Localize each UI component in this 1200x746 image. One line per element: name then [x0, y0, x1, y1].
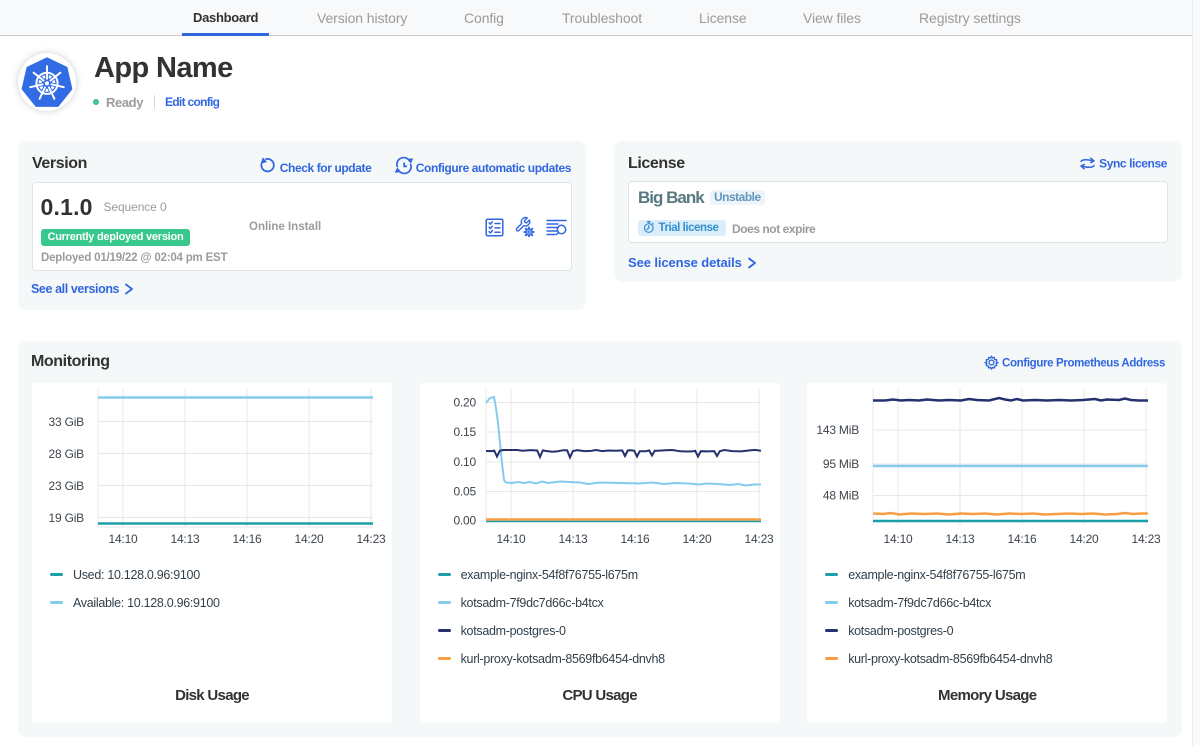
svg-text:14:16: 14:16 — [620, 532, 650, 546]
svg-text:14:20: 14:20 — [1070, 532, 1100, 546]
svg-text:95 MiB: 95 MiB — [823, 457, 859, 471]
svg-text:48 MiB: 48 MiB — [823, 489, 859, 503]
svg-text:14:10: 14:10 — [496, 532, 526, 546]
svg-text:14:13: 14:13 — [946, 532, 976, 546]
svg-text:0.15: 0.15 — [453, 425, 476, 439]
svg-text:14:10: 14:10 — [108, 532, 138, 546]
svg-text:14:20: 14:20 — [682, 532, 712, 546]
svg-text:14:13: 14:13 — [170, 532, 200, 546]
svg-text:0.20: 0.20 — [453, 396, 476, 410]
svg-text:19 GiB: 19 GiB — [49, 511, 85, 525]
svg-text:14:23: 14:23 — [1132, 532, 1162, 546]
svg-text:0.10: 0.10 — [453, 455, 476, 469]
svg-text:14:10: 14:10 — [884, 532, 914, 546]
svg-text:14:23: 14:23 — [356, 532, 386, 546]
svg-text:0.05: 0.05 — [453, 485, 476, 499]
svg-text:14:23: 14:23 — [744, 532, 774, 546]
svg-text:14:16: 14:16 — [1008, 532, 1038, 546]
svg-text:143 MiB: 143 MiB — [817, 423, 860, 437]
svg-text:14:16: 14:16 — [232, 532, 262, 546]
svg-text:28 GiB: 28 GiB — [49, 447, 85, 461]
svg-text:33 GiB: 33 GiB — [49, 415, 85, 429]
svg-text:14:13: 14:13 — [558, 532, 588, 546]
svg-text:0.00: 0.00 — [453, 514, 476, 528]
svg-text:23 GiB: 23 GiB — [49, 479, 85, 493]
svg-text:14:20: 14:20 — [294, 532, 324, 546]
